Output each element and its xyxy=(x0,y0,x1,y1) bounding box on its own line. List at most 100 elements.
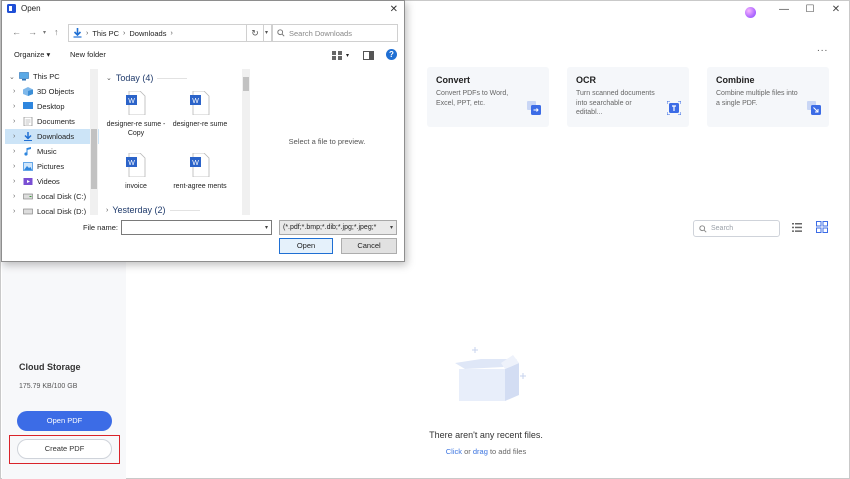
nav-item-pictures[interactable]: › Pictures xyxy=(5,159,99,174)
help-icon[interactable]: ? xyxy=(386,49,397,60)
combine-desc: Combine multiple files into a single PDF… xyxy=(716,90,798,107)
expand-icon[interactable]: › xyxy=(13,88,19,95)
nav-item-3d-objects[interactable]: › 3D Objects xyxy=(5,84,99,99)
convert-title: Convert xyxy=(436,75,471,85)
word-doc-icon: W xyxy=(126,90,146,116)
file-name-input[interactable]: ▾ xyxy=(121,220,272,235)
preview-pane-icon[interactable] xyxy=(363,51,374,60)
grid-view-icon[interactable] xyxy=(816,221,828,233)
dialog-search-input[interactable]: Search Downloads xyxy=(272,24,398,42)
breadcrumb-separator-icon: › xyxy=(86,29,89,37)
organize-button[interactable]: Organize ▾ xyxy=(14,50,50,59)
search-icon xyxy=(699,224,707,233)
up-arrow-icon[interactable]: ↑ xyxy=(54,27,59,37)
file-name: designer-re sume xyxy=(172,121,228,128)
nav-item-videos[interactable]: › Videos xyxy=(5,174,99,189)
click-link[interactable]: Click xyxy=(446,447,462,456)
combine-card[interactable]: Combine Combine multiple files into a si… xyxy=(707,67,829,127)
nav-item-documents[interactable]: › Documents xyxy=(5,114,99,129)
files-pane: ⌄ Today (4) W designer-re sume - Copy W … xyxy=(102,69,242,215)
dialog-close-icon[interactable]: ✕ xyxy=(390,4,398,15)
file-name: invoice xyxy=(125,183,147,190)
nav-item-this-pc[interactable]: ⌄ This PC xyxy=(5,69,99,84)
filter-dropdown-icon[interactable]: ▾ xyxy=(387,224,393,231)
ocr-desc: Turn scanned documents into searchable o… xyxy=(576,90,655,116)
file-item[interactable]: W designer-re sume xyxy=(170,90,230,129)
open-pdf-button[interactable]: Open PDF xyxy=(17,411,112,431)
word-doc-icon: W xyxy=(190,152,210,178)
file-item[interactable]: W rent-agree ments xyxy=(170,152,230,191)
group-header-yesterday[interactable]: › Yesterday (2) xyxy=(106,205,200,215)
close-icon[interactable]: ✕ xyxy=(831,5,841,15)
search-icon xyxy=(277,29,285,37)
nav-item-local-disk-d[interactable]: › Local Disk (D:) xyxy=(5,204,99,215)
new-folder-button[interactable]: New folder xyxy=(70,50,106,59)
file-name-dropdown-icon[interactable]: ▾ xyxy=(265,224,268,231)
nav-item-downloads[interactable]: › Downloads xyxy=(5,129,99,144)
expand-icon[interactable]: › xyxy=(13,178,19,185)
nav-item-music[interactable]: › Music xyxy=(5,144,99,159)
drag-link[interactable]: drag xyxy=(473,447,488,456)
nav-item-desktop[interactable]: › Desktop xyxy=(5,99,99,114)
recent-files-search[interactable]: Search xyxy=(693,220,780,237)
list-view-icon[interactable] xyxy=(792,223,802,232)
group-collapse-icon[interactable]: ⌄ xyxy=(106,74,112,82)
group-expand-icon[interactable]: › xyxy=(106,207,108,214)
group-header-today[interactable]: ⌄ Today (4) xyxy=(106,73,188,83)
nav-pane-scrollbar[interactable] xyxy=(90,69,98,215)
expand-icon[interactable]: › xyxy=(13,148,19,155)
expand-icon[interactable]: › xyxy=(13,208,19,215)
expand-icon[interactable]: › xyxy=(13,133,19,140)
cancel-button[interactable]: Cancel xyxy=(341,238,397,254)
refresh-icon[interactable]: ↻ xyxy=(246,24,264,42)
open-button[interactable]: Open xyxy=(279,238,333,254)
scrollbar-thumb[interactable] xyxy=(91,129,97,189)
ocr-icon xyxy=(667,101,681,115)
preview-pane: Select a file to preview. xyxy=(252,69,402,215)
highlight-annotation xyxy=(9,435,120,464)
view-dropdown-icon[interactable]: ▾ xyxy=(346,52,349,59)
combine-icon xyxy=(807,101,821,115)
expand-icon[interactable]: › xyxy=(13,163,19,170)
ocr-card[interactable]: OCR Turn scanned documents into searchab… xyxy=(567,67,689,127)
dialog-commandbar: Organize ▾ New folder ▾ ? xyxy=(2,47,404,65)
recent-locations-icon[interactable]: ▾ xyxy=(43,29,46,36)
minimize-icon[interactable]: — xyxy=(779,5,789,15)
more-options-icon[interactable]: ... xyxy=(817,43,828,54)
empty-box-icon xyxy=(455,347,526,401)
window-controls: — ☐ ✕ xyxy=(779,5,841,15)
disk-icon xyxy=(23,193,33,200)
combine-title: Combine xyxy=(716,75,755,85)
dialog-title: Open xyxy=(21,4,41,13)
convert-icon xyxy=(527,101,541,115)
convert-card[interactable]: Convert Convert PDFs to Word, Excel, PPT… xyxy=(427,67,549,127)
svg-text:W: W xyxy=(128,160,135,167)
expand-icon[interactable]: › xyxy=(13,193,19,200)
word-doc-icon: W xyxy=(190,90,210,116)
nav-item-local-disk-c[interactable]: › Local Disk (C:) xyxy=(5,189,99,204)
dialog-titlebar: Open xyxy=(7,4,41,13)
files-pane-scrollbar[interactable] xyxy=(242,69,250,215)
expand-icon[interactable]: ⌄ xyxy=(9,73,15,81)
forward-arrow-icon[interactable]: → xyxy=(28,27,37,37)
view-options-icon[interactable] xyxy=(332,51,342,60)
maximize-icon[interactable]: ☐ xyxy=(805,5,815,15)
scrollbar-thumb[interactable] xyxy=(243,77,249,91)
file-item[interactable]: W invoice xyxy=(106,152,166,191)
preview-placeholder: Select a file to preview. xyxy=(288,137,366,146)
breadcrumb-this-pc[interactable]: This PC xyxy=(92,29,119,38)
address-dropdown-icon[interactable]: ▾ xyxy=(265,29,268,36)
file-type-filter[interactable]: (*.pdf;*.bmp;*.dib;*.jpg;*.jpeg;* ▾ xyxy=(279,220,397,235)
breadcrumb-downloads[interactable]: Downloads xyxy=(129,29,166,38)
file-item[interactable]: W designer-re sume - Copy xyxy=(106,90,166,138)
expand-icon[interactable]: › xyxy=(13,118,19,125)
search-placeholder: Search xyxy=(711,225,734,232)
breadcrumb-separator-icon: › xyxy=(170,29,173,37)
svg-text:W: W xyxy=(192,160,199,167)
documents-icon xyxy=(23,117,33,126)
user-avatar[interactable] xyxy=(745,7,756,18)
disk-icon xyxy=(23,208,33,215)
address-bar[interactable]: › This PC › Downloads › ▾ xyxy=(68,24,272,42)
expand-icon[interactable]: › xyxy=(13,103,19,110)
back-arrow-icon[interactable]: ← xyxy=(12,27,21,37)
